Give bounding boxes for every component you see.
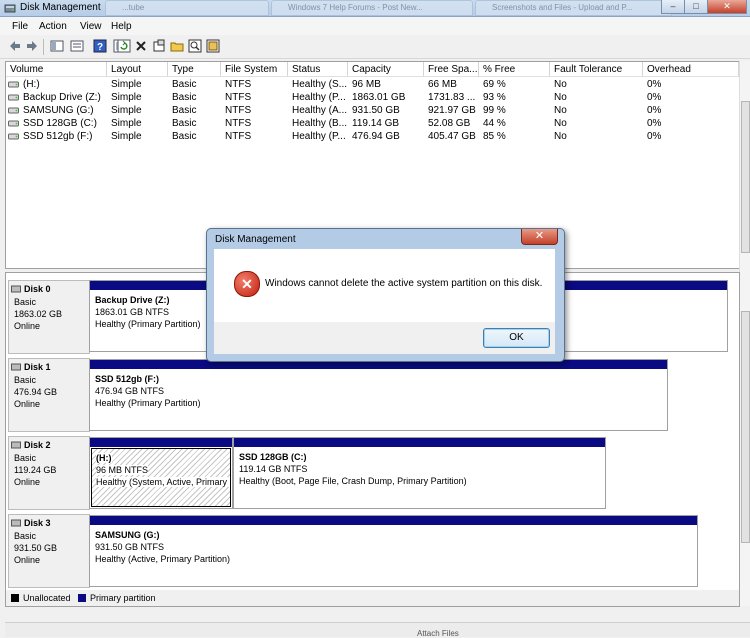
maximize-button[interactable]: □ [684, 0, 708, 14]
unallocated-swatch [11, 594, 19, 602]
table-row[interactable]: Backup Drive (Z:) Simple Basic NTFS Heal… [6, 91, 739, 104]
open-icon[interactable] [170, 39, 184, 53]
drive-icon [8, 94, 19, 101]
column-header-status[interactable]: Status [288, 62, 348, 77]
forward-icon[interactable] [25, 39, 39, 53]
svg-text:?: ? [97, 42, 103, 53]
disk-label[interactable]: Disk 1 Basic 476.94 GB Online [8, 358, 90, 432]
delete-icon[interactable] [134, 39, 148, 53]
column-header-layout[interactable]: Layout [107, 62, 168, 77]
drive-icon [8, 81, 19, 88]
disk-icon [11, 363, 21, 371]
disk-label[interactable]: Disk 3 Basic 931.50 GB Online [8, 514, 90, 588]
window-title: Disk Management [20, 2, 101, 13]
legend-unallocated: Unallocated [23, 593, 71, 603]
menu-view[interactable]: View [80, 21, 102, 32]
scrollbar-thumb[interactable] [741, 311, 750, 543]
up-icon[interactable] [50, 39, 64, 53]
disk-icon [11, 285, 21, 293]
browser-tab[interactable]: ...tube [105, 0, 269, 16]
status-text: Attach Files [417, 629, 459, 638]
column-header-file-system[interactable]: File System [221, 62, 288, 77]
export-icon[interactable] [206, 39, 220, 53]
drive-icon [8, 133, 19, 140]
disk-icon [11, 519, 21, 527]
column-header-free-space[interactable]: Free Spa... [424, 62, 479, 77]
partition[interactable]: SSD 512gb (F:) 476.94 GB NTFS Healthy (P… [89, 359, 668, 431]
vertical-scrollbar[interactable] [739, 61, 750, 606]
menu-file[interactable]: File [12, 21, 28, 32]
refresh-icon[interactable] [117, 39, 131, 53]
dialog-footer: OK [214, 322, 555, 354]
partition[interactable]: SSD 128GB (C:) 119.14 GB NTFS Healthy (B… [233, 437, 606, 509]
partition-selected[interactable]: (H:) 96 MB NTFS Healthy (System, Active,… [89, 437, 233, 509]
column-header-overhead[interactable]: Overhead [643, 62, 739, 77]
dialog-body: ✕ Windows cannot delete the active syste… [214, 249, 555, 322]
browser-tab[interactable]: Screenshots and Files - Upload and P... [475, 0, 672, 16]
back-icon[interactable] [8, 39, 22, 53]
disk-management-icon [4, 4, 16, 13]
toolbar: ? [0, 36, 750, 59]
dialog-title: Disk Management [215, 234, 296, 245]
column-header-fault-tolerance[interactable]: Fault Tolerance [550, 62, 643, 77]
legend-primary: Primary partition [90, 593, 156, 603]
error-dialog: Disk Management ✕ ✕ Windows cannot delet… [206, 228, 565, 362]
drive-icon [8, 120, 19, 127]
primary-partition-bar [90, 438, 232, 447]
error-icon: ✕ [234, 271, 260, 297]
help-icon[interactable]: ? [93, 39, 107, 53]
column-header-volume[interactable]: Volume [6, 62, 107, 77]
properties-icon[interactable] [70, 39, 84, 53]
column-header-percent-free[interactable]: % Free [479, 62, 550, 77]
drive-icon [8, 107, 19, 114]
disk-label[interactable]: Disk 0 Basic 1863.02 GB Online [8, 280, 90, 354]
dialog-close-button[interactable]: ✕ [521, 229, 558, 245]
partition[interactable]: SAMSUNG (G:) 931.50 GB NTFS Healthy (Act… [89, 515, 698, 587]
primary-partition-bar [90, 516, 697, 525]
primary-partition-bar [234, 438, 605, 447]
primary-partition-swatch [78, 594, 86, 602]
scrollbar-thumb[interactable] [741, 101, 750, 253]
browser-tab[interactable]: Windows 7 Help Forums - Post New... [271, 0, 473, 16]
legend: Unallocated Primary partition [5, 590, 740, 607]
menu-action[interactable]: Action [39, 21, 67, 32]
table-row[interactable]: SSD 512gb (F:) Simple Basic NTFS Healthy… [6, 130, 739, 143]
table-row[interactable]: (H:) Simple Basic NTFS Healthy (S... 96 … [6, 78, 739, 91]
column-header-type[interactable]: Type [168, 62, 221, 77]
disk-icon [11, 441, 21, 449]
table-row[interactable]: SSD 128GB (C:) Simple Basic NTFS Healthy… [6, 117, 739, 130]
settings-icon[interactable] [152, 39, 166, 53]
minimize-button[interactable]: – [661, 0, 685, 14]
menu-bar: File Action View Help [0, 17, 750, 35]
dialog-message: Windows cannot delete the active system … [265, 278, 543, 289]
ok-button[interactable]: OK [483, 328, 550, 348]
column-header-capacity[interactable]: Capacity [348, 62, 424, 77]
disk-label[interactable]: Disk 2 Basic 119.24 GB Online [8, 436, 90, 510]
close-window-button[interactable]: ✕ [707, 0, 747, 14]
search-icon[interactable] [188, 39, 202, 53]
menu-help[interactable]: Help [111, 21, 132, 32]
table-row[interactable]: SAMSUNG (G:) Simple Basic NTFS Healthy (… [6, 104, 739, 117]
horizontal-scrollbar[interactable]: Attach Files [5, 622, 750, 638]
